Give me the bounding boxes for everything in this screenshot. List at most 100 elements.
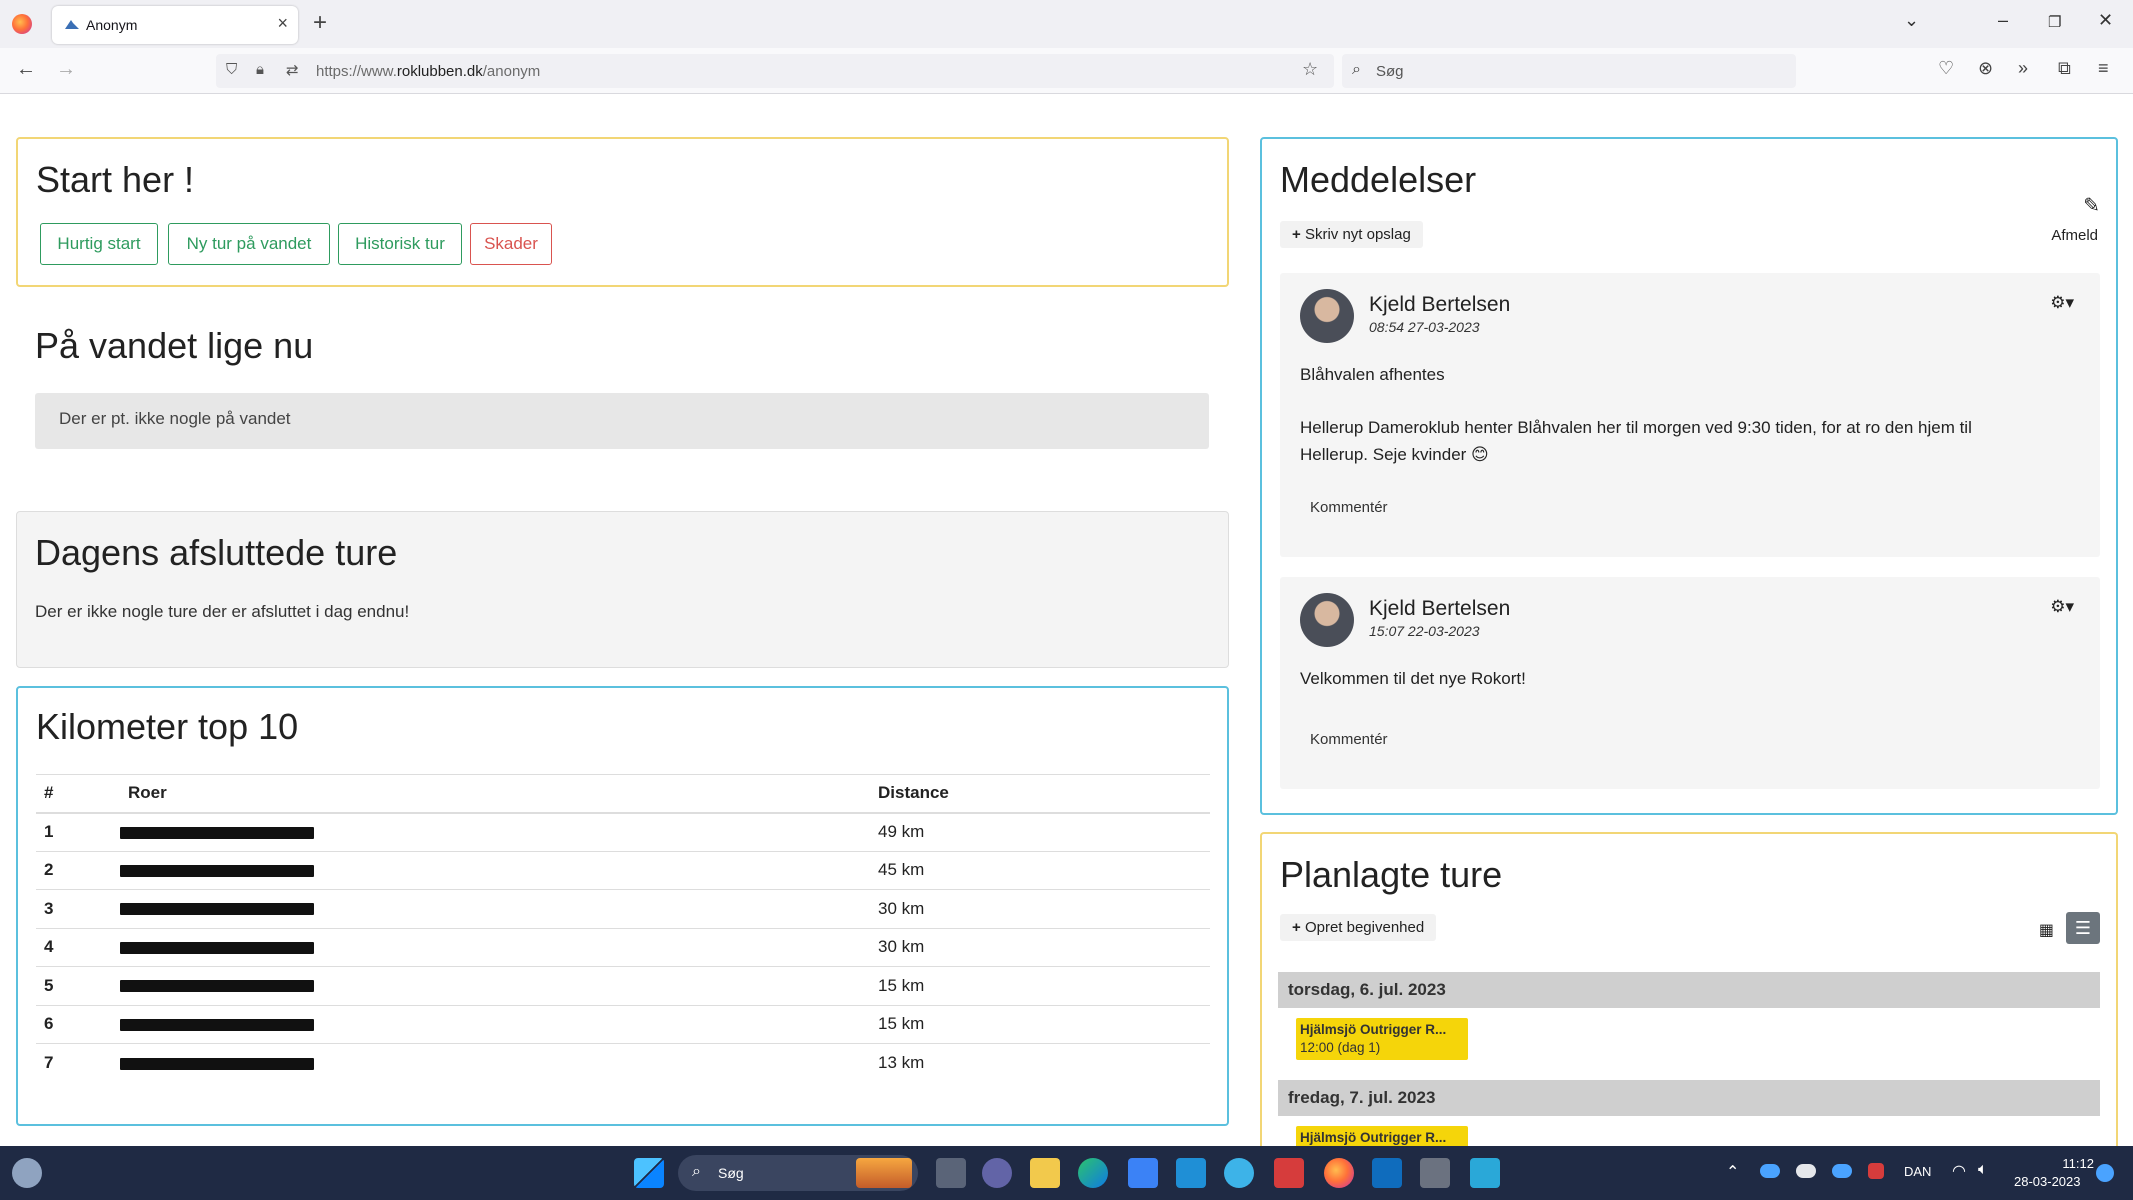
minimize-icon[interactable]: – [1998, 10, 2008, 31]
plus-icon: + [1292, 919, 1305, 936]
forward-icon[interactable]: → [56, 58, 76, 81]
extensions-icon[interactable]: ⧉ [2058, 58, 2071, 79]
cloud-icon[interactable] [1796, 1164, 1816, 1178]
search-icon: ⌕ [1352, 61, 1361, 78]
quick-start-button[interactable]: Hurtig start [40, 223, 158, 265]
shield-icon[interactable]: ⛉ [226, 61, 237, 78]
post-line: Hellerup Dameroklub henter Blåhvalen her… [1300, 418, 1972, 437]
planned-trips-title: Planlagte ture [1280, 854, 1503, 895]
post-settings-gear-icon[interactable]: ⚙▾ [2050, 293, 2074, 313]
pocket-icon[interactable]: ♡ [1938, 58, 1954, 79]
table-header-row: # Roer Distance [36, 774, 1210, 814]
onedrive-icon[interactable] [1760, 1164, 1780, 1178]
lock-icon[interactable]: 🔒︎ [256, 61, 264, 78]
close-window-icon[interactable]: ✕ [2098, 10, 2113, 31]
list-tabs-icon[interactable]: ⌄ [1904, 10, 1919, 31]
distance-cell: 15 km [870, 1004, 1210, 1044]
weather-icon[interactable] [12, 1158, 42, 1188]
clock-date[interactable]: 28-03-2023 [2014, 1174, 2081, 1189]
windows-start-icon[interactable] [634, 1158, 664, 1188]
app-icon[interactable] [1224, 1158, 1254, 1188]
redacted-name [120, 1057, 314, 1070]
list-view-icon[interactable]: ☰ [2066, 912, 2100, 944]
rank-header: # [36, 774, 120, 814]
historic-trip-button[interactable]: Historisk tur [338, 223, 462, 265]
teams-chat-icon[interactable] [982, 1158, 1012, 1188]
language-indicator[interactable]: DAN [1904, 1164, 1931, 1179]
redacted-name [120, 980, 314, 993]
redacted-name [120, 1018, 314, 1031]
redacted-name [120, 826, 314, 839]
unsubscribe-link[interactable]: Afmeld [2051, 227, 2098, 244]
damages-button[interactable]: Skader [470, 223, 552, 265]
taskbar-search-label: Søg [718, 1165, 744, 1181]
volume-icon[interactable]: 🔈︎ [1978, 1161, 1988, 1179]
post-settings-gear-icon[interactable]: ⚙▾ [2050, 597, 2074, 617]
calendar-view-icon[interactable]: ▦ [2039, 920, 2054, 940]
windows-taskbar: ⌕ Søg ⌃ DAN ◠ 🔈︎ 11:12 28-03-2023 [0, 1146, 2133, 1200]
menu-icon[interactable]: ≡ [2098, 58, 2109, 79]
onedrive-icon[interactable] [1832, 1164, 1852, 1178]
calculator-icon[interactable] [1420, 1158, 1450, 1188]
km-top-card: Kilometer top 10 # Roer Distance 1 49 km … [16, 686, 1229, 1126]
redacted-name [120, 864, 314, 877]
table-row: 2 45 km [36, 850, 1210, 890]
url-bar[interactable]: ⛉ 🔒︎ ⇄ https://www.roklubben.dk/anonym ☆ [216, 54, 1334, 88]
rower-cell [120, 1043, 870, 1082]
create-event-button[interactable]: + Opret begivenhed [1280, 914, 1437, 941]
avatar [1300, 289, 1354, 343]
edit-pencil-icon[interactable]: ✎ [2083, 193, 2100, 218]
clock-time[interactable]: 11:12 [2030, 1156, 2094, 1171]
event-item[interactable]: Hjälmsjö Outrigger R... [1296, 1126, 1468, 1148]
outlook-icon[interactable] [1372, 1158, 1402, 1188]
restore-icon[interactable]: ❐ [2048, 13, 2061, 31]
notepad-icon[interactable] [1470, 1158, 1500, 1188]
permissions-icon[interactable]: ⇄ [286, 61, 299, 79]
search-icon: ⌕ [692, 1163, 701, 1180]
security-icon[interactable] [1274, 1158, 1304, 1188]
event-item[interactable]: Hjälmsjö Outrigger R... 12:00 (dag 1) [1296, 1018, 1468, 1060]
finished-trips-title: Dagens afsluttede ture [35, 532, 398, 573]
bookmark-star-icon[interactable]: ☆ [1302, 59, 1318, 80]
wifi-icon[interactable]: ◠ [1952, 1161, 1966, 1181]
distance-cell: 30 km [870, 927, 1210, 967]
overflow-icon[interactable]: » [2018, 58, 2028, 79]
store-icon[interactable] [1128, 1158, 1158, 1188]
back-icon[interactable]: ← [16, 58, 36, 81]
start-card: Start her ! Hurtig start Ny tur på vande… [16, 137, 1229, 287]
account-icon[interactable]: ⊗ [1978, 58, 1993, 79]
search-bar[interactable]: ⌕ Søg [1342, 54, 1796, 88]
rank-cell: 6 [36, 1004, 120, 1044]
comment-button[interactable]: Kommentér [1310, 731, 1388, 748]
file-explorer-icon[interactable] [1030, 1158, 1060, 1188]
app-icon[interactable] [1176, 1158, 1206, 1188]
firefox-taskbar-icon[interactable] [1324, 1158, 1354, 1188]
tray-app-icon[interactable] [1868, 1163, 1884, 1179]
firefox-logo-icon[interactable] [12, 14, 32, 34]
table-row: 4 30 km [36, 927, 1210, 967]
table-row: 7 13 km [36, 1043, 1210, 1082]
browser-tab[interactable]: Anonym × [52, 6, 298, 44]
rank-cell: 1 [36, 812, 120, 851]
new-tab-icon[interactable]: + [313, 9, 327, 37]
close-tab-icon[interactable]: × [277, 13, 288, 34]
url-text[interactable]: https://www.roklubben.dk/anonym [316, 63, 540, 80]
new-trip-button[interactable]: Ny tur på vandet [168, 223, 330, 265]
notification-icon[interactable] [2096, 1164, 2114, 1182]
post-line: Velkommen til det nye Rokort! [1300, 669, 1526, 688]
messages-card: Meddelelser ✎ + Skriv nyt opslag Afmeld … [1260, 137, 2118, 815]
table-row: 6 15 km [36, 1004, 1210, 1044]
post-line: Hellerup. Seje kvinder 😊 [1300, 445, 1489, 464]
task-view-icon[interactable] [936, 1158, 966, 1188]
edge-icon[interactable] [1078, 1158, 1108, 1188]
post-author: Kjeld Bertelsen [1369, 293, 1511, 316]
comment-button[interactable]: Kommentér [1310, 499, 1388, 516]
tab-title: Anonym [86, 17, 138, 33]
distance-cell: 45 km [870, 850, 1210, 890]
new-post-button[interactable]: + Skriv nyt opslag [1280, 221, 1423, 248]
tray-chevron-icon[interactable]: ⌃ [1726, 1162, 1739, 1182]
rower-cell [120, 966, 870, 1005]
planned-trips-card: Planlagte ture + Opret begivenhed ▦ ☰ to… [1260, 832, 2118, 1152]
on-water-title: På vandet lige nu [35, 325, 314, 366]
table-row: 3 30 km [36, 889, 1210, 928]
